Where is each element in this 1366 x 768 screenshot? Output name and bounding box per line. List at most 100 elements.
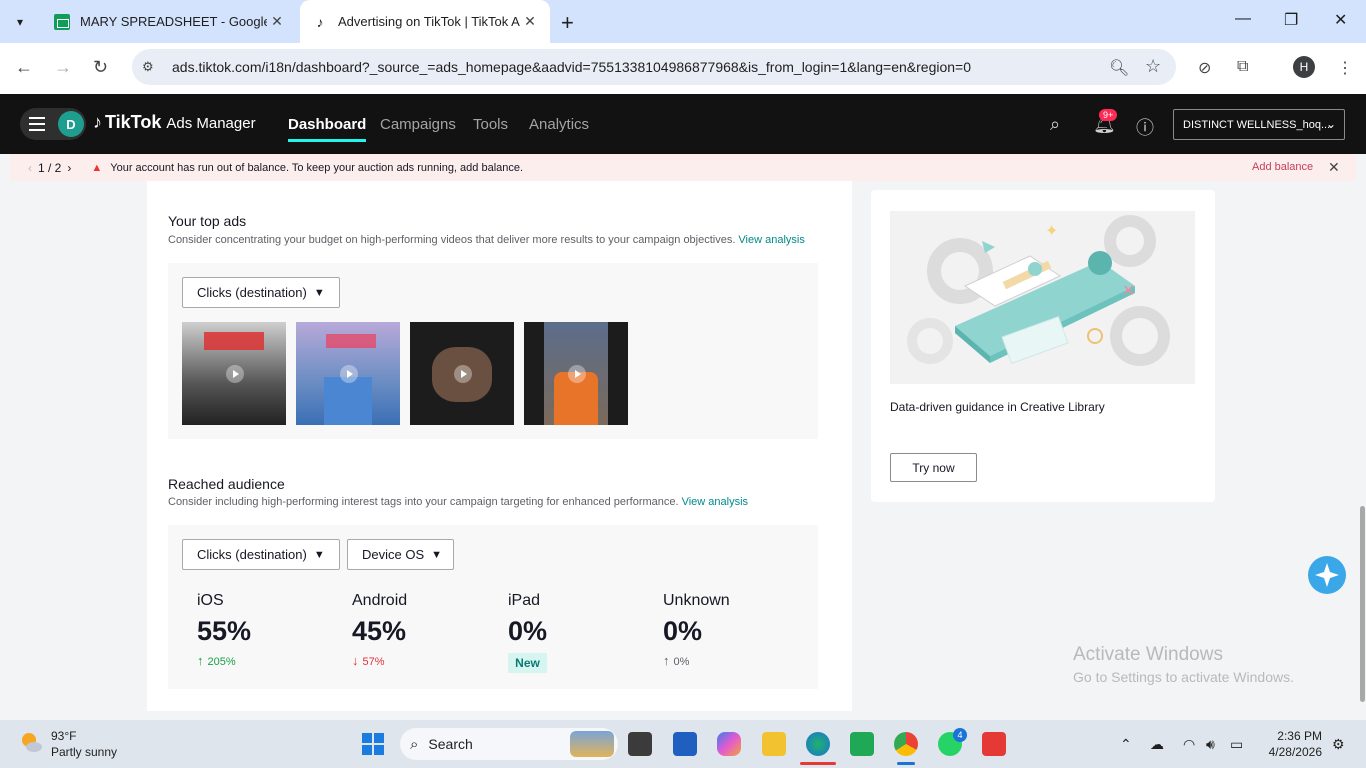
view-analysis-link[interactable]: View analysis	[682, 496, 748, 508]
tab-tiktok-ads[interactable]: ♪ Advertising on TikTok | TikTok Ads ✕	[300, 0, 550, 43]
stat-value-android: 45%	[352, 616, 407, 646]
bookmark-star-icon[interactable]: ☆	[1145, 56, 1161, 77]
file-explorer-icon[interactable]	[762, 732, 786, 756]
nav-dashboard[interactable]: Dashboard	[288, 116, 367, 142]
tab-close-icon[interactable]: ✕	[267, 13, 287, 30]
anydesk-icon[interactable]	[982, 732, 1006, 756]
creative-library-illustration: ✦ ✕	[890, 211, 1195, 384]
try-now-button[interactable]: Try now	[890, 453, 977, 482]
stat-label-ipad: iPad	[508, 592, 541, 609]
more-menu-icon[interactable]: ⋮	[1337, 58, 1353, 78]
whatsapp-icon[interactable]	[850, 732, 874, 756]
close-window-icon[interactable]: ✕	[1334, 10, 1347, 30]
ad-thumbnail[interactable]	[524, 322, 628, 425]
zoom-icon[interactable]: 🔍︎	[1109, 58, 1129, 78]
whatsapp-badge: 4	[953, 728, 967, 742]
restore-icon[interactable]: ❐	[1284, 10, 1298, 30]
tiktok-icon: ♪	[316, 13, 324, 30]
stat-value-ipad: 0%	[508, 616, 548, 646]
reached-audience-title: Reached audience	[168, 476, 285, 492]
help-icon[interactable]: ⓘ	[1136, 114, 1154, 140]
alert-message: Your account has run out of balance. To …	[110, 161, 524, 174]
chevron-down-icon: ▼	[431, 548, 443, 561]
taskbar-search-label: Search	[428, 736, 473, 752]
brand-sub: Ads Manager	[166, 115, 256, 132]
play-icon	[340, 365, 358, 383]
partly-sunny-icon[interactable]	[19, 730, 43, 754]
profile-avatar[interactable]: H	[1293, 56, 1315, 78]
tab-google-sheets[interactable]: MARY SPREADSHEET - Google She ✕	[42, 0, 297, 43]
account-selector[interactable]: DISTINCT WELLNESS_hoq... ⌄	[1173, 109, 1345, 140]
view-analysis-link[interactable]: View analysis	[738, 234, 804, 246]
menu-button[interactable]: D	[20, 108, 86, 140]
dimension-dropdown[interactable]: Device OS ▼	[347, 539, 454, 570]
extensions-icon[interactable]: ⧉	[1237, 58, 1248, 76]
link-icon[interactable]: ⊘	[1198, 58, 1211, 78]
tiktok-ads-logo[interactable]: ♪ TikTok Ads Manager	[93, 112, 256, 133]
play-icon	[226, 365, 244, 383]
ad-thumbnail[interactable]	[410, 322, 514, 425]
forward-icon[interactable]: →	[54, 57, 72, 78]
copilot-icon[interactable]	[717, 732, 741, 756]
taskbar-search[interactable]: ⌕ Search	[400, 728, 618, 760]
add-balance-link[interactable]: Add balance	[1252, 161, 1313, 173]
taskbar-time[interactable]: 2:36 PM	[1270, 729, 1322, 743]
new-badge: New	[508, 653, 547, 673]
page-scrollbar[interactable]	[1360, 506, 1365, 702]
windows-start-icon[interactable]	[362, 733, 384, 755]
chevron-down-icon: ▼	[313, 286, 325, 299]
notification-center-icon[interactable]: ⚙	[1332, 736, 1345, 753]
svg-text:✕: ✕	[1122, 283, 1135, 300]
nav-tools[interactable]: Tools	[473, 116, 508, 133]
stat-delta-ios: ↑ 205%	[197, 653, 236, 668]
volume-icon[interactable]: 🔊︎	[1206, 736, 1215, 753]
new-tab-button[interactable]: +	[561, 10, 574, 36]
url-text: ads.tiktok.com/i18n/dashboard?_source_=a…	[172, 59, 972, 75]
stat-delta-unknown: ↑ 0%	[663, 653, 690, 668]
top-ads-metric-dropdown[interactable]: Clicks (destination) ▼	[182, 277, 340, 308]
alert-pager[interactable]: ‹ 1 / 2 ›	[28, 161, 71, 175]
ads-manager-header: D ♪ TikTok Ads Manager Dashboard Campaig…	[0, 94, 1366, 154]
ad-thumbnail[interactable]	[182, 322, 286, 425]
address-bar[interactable]: ⚙ ads.tiktok.com/i18n/dashboard?_source_…	[132, 49, 1176, 85]
chevron-left-icon[interactable]: ‹	[28, 161, 32, 175]
task-view-icon[interactable]	[628, 732, 652, 756]
tiktok-logo-icon: ♪	[93, 112, 102, 132]
browser-toolbar: ← → ↻ ⚙ ads.tiktok.com/i18n/dashboard?_s…	[0, 43, 1366, 94]
chevron-right-icon[interactable]: ›	[67, 161, 71, 175]
assistant-button[interactable]	[1308, 556, 1346, 594]
balance-alert: ‹ 1 / 2 › ▲ Your account has run out of ba…	[10, 154, 1356, 181]
reached-metric-dropdown[interactable]: Clicks (destination) ▼	[182, 539, 340, 570]
top-ads-title: Your top ads	[168, 213, 247, 229]
chrome-icon[interactable]	[894, 732, 918, 756]
minimize-icon[interactable]: —	[1235, 10, 1251, 28]
reload-icon[interactable]: ↻	[93, 57, 108, 78]
tab-search-chevron-icon[interactable]: ▾	[8, 10, 32, 34]
onedrive-icon[interactable]: ☁	[1150, 736, 1164, 753]
stat-label-ios: iOS	[197, 592, 224, 609]
taskbar-date[interactable]: 4/28/2026	[1258, 745, 1322, 759]
nav-analytics[interactable]: Analytics	[529, 116, 589, 133]
show-hidden-icons-chevron-icon[interactable]: ⌃	[1120, 736, 1132, 753]
play-icon	[454, 365, 472, 383]
close-icon[interactable]: ✕	[1328, 159, 1340, 176]
site-info-icon[interactable]: ⚙	[142, 59, 162, 75]
search-icon[interactable]: ⌕	[1050, 114, 1060, 135]
phone-illustration-icon: ✦ ✕	[907, 215, 1170, 366]
tab-close-icon[interactable]: ✕	[520, 13, 540, 30]
sparkle-icon	[1315, 563, 1339, 587]
battery-icon[interactable]: ▭	[1230, 736, 1243, 753]
reached-audience-subtitle: Consider including high-performing inter…	[168, 496, 749, 508]
nav-campaigns[interactable]: Campaigns	[380, 116, 456, 133]
wifi-icon[interactable]: ◠	[1183, 736, 1195, 753]
hamburger-icon	[29, 117, 45, 131]
ad-thumbnail[interactable]	[296, 322, 400, 425]
edge-active-indicator	[800, 762, 836, 765]
microsoft-store-icon[interactable]	[673, 732, 697, 756]
back-icon[interactable]: ←	[15, 57, 33, 78]
weather-condition: Partly sunny	[51, 745, 118, 759]
edge-icon[interactable]	[806, 732, 830, 756]
search-icon: ⌕	[410, 735, 419, 753]
browser-tab-bar: ▾ MARY SPREADSHEET - Google She ✕ ♪ Adve…	[0, 0, 1366, 43]
stat-value-ios: 55%	[197, 616, 252, 646]
